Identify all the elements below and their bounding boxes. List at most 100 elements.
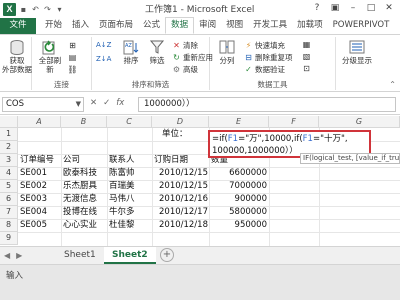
header-contact[interactable]: 联系人 <box>109 154 135 167</box>
table-cell[interactable]: 乐杰厨具 <box>63 180 97 193</box>
function-tooltip[interactable]: IF(logical_test, [value_if_true] <box>300 153 400 164</box>
tab-data[interactable]: 数据 <box>165 17 195 34</box>
table-cell[interactable]: 6600000 <box>209 167 267 180</box>
data-validation-button[interactable]: ✓ 数据验证 <box>244 64 285 75</box>
table-cell[interactable]: 2010/12/17 <box>152 206 208 219</box>
table-cell[interactable]: SE003 <box>20 193 47 206</box>
what-if-button[interactable]: ▧ <box>302 52 311 61</box>
edit-links-button[interactable]: ⛓ <box>67 65 77 74</box>
row-header-8[interactable]: 8 <box>0 219 18 232</box>
tab-developer[interactable]: 开发工具 <box>248 18 292 34</box>
fx-icon[interactable]: fx <box>116 98 124 108</box>
table-cell[interactable]: 2010/12/15 <box>152 180 208 193</box>
column-header-e[interactable]: E <box>209 116 269 128</box>
table-cell[interactable]: 马伟八 <box>109 193 135 206</box>
header-order-date[interactable]: 订购日期 <box>154 154 188 167</box>
chevron-down-icon[interactable]: ▼ <box>76 98 81 111</box>
column-header-b[interactable]: B <box>61 116 107 128</box>
column-header-f[interactable]: F <box>269 116 319 128</box>
undo-icon[interactable]: ↶ <box>31 5 40 14</box>
tab-addins[interactable]: 加载项 <box>292 18 328 34</box>
get-external-data-button[interactable]: 获取 外部数据 <box>2 39 32 74</box>
table-cell[interactable]: SE002 <box>20 180 47 193</box>
sheet-tab-sheet2[interactable]: Sheet2 <box>104 247 156 264</box>
table-cell[interactable]: 2010/12/15 <box>152 167 208 180</box>
name-box[interactable]: COS ▼ <box>2 97 84 112</box>
outline-button[interactable]: 分级显示 <box>340 39 374 65</box>
table-cell[interactable]: 百瑞美 <box>109 180 135 193</box>
table-cell[interactable]: 5800000 <box>209 206 267 219</box>
table-cell[interactable]: 950000 <box>209 219 267 232</box>
row-header-9[interactable]: 9 <box>0 232 18 245</box>
tab-page-layout[interactable]: 页面布局 <box>94 18 138 34</box>
tab-review[interactable]: 审阅 <box>194 18 221 34</box>
table-cell[interactable]: 2010/12/16 <box>152 193 208 206</box>
row-header-6[interactable]: 6 <box>0 193 18 206</box>
refresh-all-button[interactable]: 全部刷新 <box>36 39 64 74</box>
table-cell[interactable]: 杜佳黎 <box>109 219 135 232</box>
reapply-button[interactable]: ↻ 重新应用 <box>172 52 213 63</box>
table-cell[interactable]: 牛尔多 <box>109 206 135 219</box>
cell-unit-label[interactable]: 单位： <box>162 128 188 141</box>
connections-button[interactable]: ⊞ <box>68 41 77 50</box>
header-order-id[interactable]: 订单编号 <box>20 154 54 167</box>
column-header-c[interactable]: C <box>107 116 152 128</box>
tab-file[interactable]: 文件 <box>0 18 36 34</box>
collapse-ribbon-icon[interactable]: ⌃ <box>389 80 396 89</box>
row-header-5[interactable]: 5 <box>0 180 18 193</box>
remove-duplicates-button[interactable]: ⊟ 删除重复项 <box>244 52 292 63</box>
table-cell[interactable]: 陈富帅 <box>109 167 135 180</box>
enter-icon[interactable]: ✓ <box>103 98 110 108</box>
filter-button[interactable]: 筛选 <box>146 39 168 65</box>
table-cell[interactable]: SE004 <box>20 206 47 219</box>
tab-powerpivot[interactable]: POWERPIVOT <box>328 18 395 34</box>
redo-icon[interactable]: ↷ <box>43 5 52 14</box>
row-header-3[interactable]: 3 <box>0 154 18 167</box>
prev-sheet-icon[interactable]: ◀ <box>4 251 10 260</box>
column-header-d[interactable]: D <box>152 116 209 128</box>
table-cell[interactable]: 900000 <box>209 193 267 206</box>
column-header-a[interactable]: A <box>18 116 61 128</box>
flash-fill-button[interactable]: ⚡ 快速填充 <box>244 40 285 51</box>
help-button[interactable]: ? <box>308 1 326 15</box>
select-all-corner[interactable] <box>0 116 18 128</box>
next-sheet-icon[interactable]: ▶ <box>16 251 22 260</box>
properties-button[interactable]: ▤ <box>68 53 77 62</box>
advanced-button[interactable]: ⚙ 高级 <box>172 64 198 75</box>
ribbon-display-button[interactable]: ▣ <box>326 1 344 15</box>
row-header-1[interactable]: 1 <box>0 128 18 141</box>
save-icon[interactable]: ▪ <box>19 5 28 14</box>
sort-za-button[interactable]: Z↓A <box>96 55 111 63</box>
header-company[interactable]: 公司 <box>63 154 80 167</box>
customize-icon[interactable]: ▾ <box>55 5 64 14</box>
table-cell[interactable]: 欧泰科技 <box>63 167 97 180</box>
minimize-button[interactable]: – <box>344 1 362 15</box>
table-cell[interactable]: 无渡信息 <box>63 193 97 206</box>
sort-button[interactable]: AZ 排序 <box>120 39 142 65</box>
relationships-button[interactable]: ⊡ <box>302 64 311 73</box>
row-header-4[interactable]: 4 <box>0 167 18 180</box>
table-cell[interactable]: 2010/12/18 <box>152 219 208 232</box>
restore-button[interactable]: □ <box>362 1 380 15</box>
close-button[interactable]: ✕ <box>380 1 398 15</box>
clear-button[interactable]: ✕ 清除 <box>172 40 198 51</box>
column-header-g[interactable]: G <box>319 116 400 128</box>
table-cell[interactable]: 心心实业 <box>63 219 97 232</box>
table-cell[interactable]: SE005 <box>20 219 47 232</box>
tab-formulas[interactable]: 公式 <box>138 18 165 34</box>
row-header-2[interactable]: 2 <box>0 141 18 154</box>
row-header-7[interactable]: 7 <box>0 206 18 219</box>
table-cell[interactable]: SE001 <box>20 167 47 180</box>
add-sheet-icon[interactable]: + <box>160 248 174 262</box>
sheet-tab-sheet1[interactable]: Sheet1 <box>56 247 104 264</box>
table-cell[interactable]: 7000000 <box>209 180 267 193</box>
text-to-columns-button[interactable]: 分列 <box>214 39 240 65</box>
consolidate-button[interactable]: ▦ <box>302 40 311 49</box>
tab-insert[interactable]: 插入 <box>67 18 94 34</box>
tab-view[interactable]: 视图 <box>221 18 248 34</box>
formula-input[interactable]: 1000000）） <box>138 97 396 112</box>
cancel-icon[interactable]: ✕ <box>90 98 97 108</box>
table-cell[interactable]: 投博在线 <box>63 206 97 219</box>
sort-az-button[interactable]: A↓Z <box>96 41 111 49</box>
tab-home[interactable]: 开始 <box>40 18 67 34</box>
